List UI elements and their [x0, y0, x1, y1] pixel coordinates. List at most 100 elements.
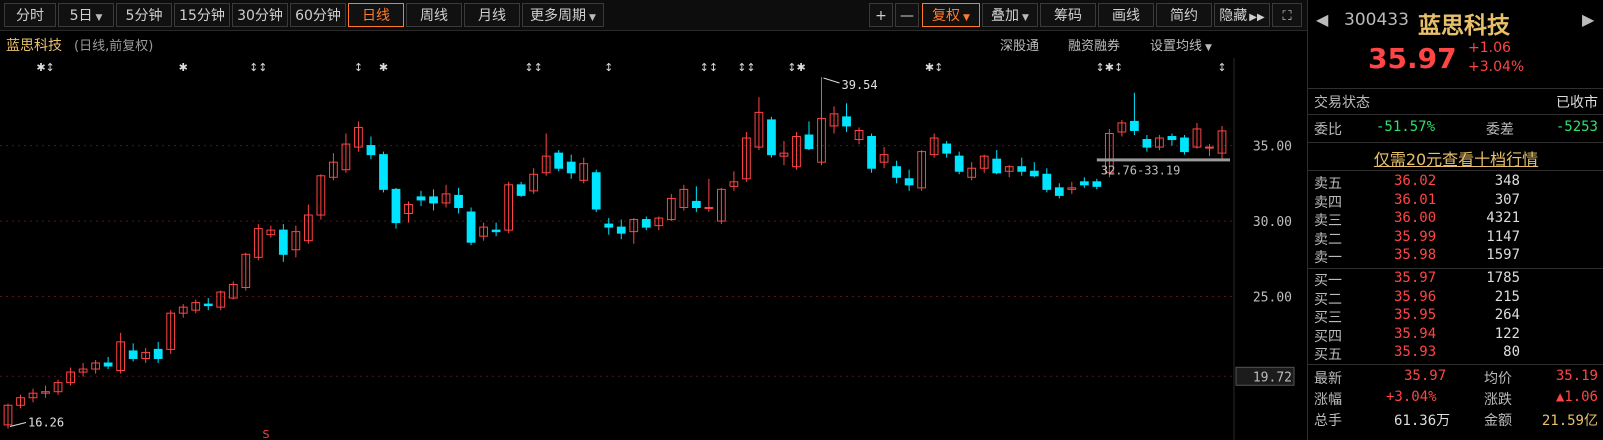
simple-label: 简约: [1170, 8, 1198, 24]
zoom-out-button[interactable]: —: [895, 3, 919, 27]
candle-body: [1092, 181, 1102, 187]
level-price: 35.99: [1394, 228, 1437, 245]
ask-level-row: 卖五 36.02 348: [1308, 173, 1603, 192]
level-price: 35.95: [1394, 307, 1437, 324]
min-price-label: 16.26: [28, 416, 64, 430]
tab-label: 更多周期: [530, 8, 587, 24]
divider: [1308, 170, 1603, 171]
chart-subtitle: (日线,前复权): [74, 39, 154, 54]
promo-row: 仅需20元查看十档行情: [1308, 146, 1603, 169]
avg-label: 均价: [1484, 371, 1512, 387]
candle-body: [1042, 173, 1052, 190]
candle-body: [278, 229, 288, 255]
level-price: 35.94: [1394, 325, 1437, 342]
volume-label: 总手: [1314, 413, 1342, 429]
event-mark: ✱: [179, 61, 188, 74]
level-volume: 1147: [1486, 228, 1520, 245]
tab-daily[interactable]: 日线: [348, 3, 404, 27]
ratio-label: 委比: [1314, 122, 1342, 138]
divider: [1308, 364, 1603, 365]
draw-label: 画线: [1112, 8, 1140, 24]
level-price: 35.97: [1394, 270, 1437, 286]
level-label: 卖四: [1314, 194, 1342, 211]
candle-body: [892, 166, 901, 178]
candle-body: [867, 136, 876, 169]
tab-monthly[interactable]: 月线: [464, 3, 520, 27]
tab-weekly[interactable]: 周线: [406, 3, 462, 27]
tab-5min[interactable]: 5分钟: [116, 3, 172, 27]
candle-body: [942, 143, 952, 154]
hide-button[interactable]: 隐藏 ▶▶: [1214, 3, 1270, 27]
tab-30min[interactable]: 30分钟: [232, 3, 288, 27]
level-label: 买三: [1314, 310, 1342, 327]
min-pointer: [9, 422, 27, 428]
next-stock-icon[interactable]: ▶: [1582, 10, 1594, 29]
level-volume: 348: [1494, 173, 1520, 189]
chg-pct-label: 涨幅: [1314, 392, 1342, 408]
caret-down-icon: ▼: [1022, 13, 1029, 23]
zoom-in-button[interactable]: +: [869, 3, 893, 27]
status-label: 交易状态: [1314, 95, 1370, 111]
tab-label: 周线: [420, 8, 448, 24]
candle-body: [1130, 120, 1139, 131]
tab-more-periods[interactable]: 更多周期 ▼: [522, 3, 604, 27]
link-margin-trading[interactable]: 融资融券: [1068, 35, 1120, 54]
chips-button[interactable]: 筹码: [1040, 3, 1096, 27]
stats-row-2: 涨幅 +3.04% 涨跌 ▲1.06: [1308, 389, 1603, 409]
candle-body: [767, 119, 776, 156]
amount-value: 21.59亿: [1541, 413, 1598, 429]
candle-body: [153, 348, 163, 359]
tab-label: 日线: [362, 8, 390, 24]
price-change-pct: +3.04%: [1468, 59, 1525, 75]
link-set-ma[interactable]: 设置均线 ▼: [1150, 35, 1212, 54]
tab-5day[interactable]: 5日 ▼: [58, 3, 114, 27]
simple-mode-button[interactable]: 简约: [1156, 3, 1212, 27]
event-mark: ✱↕: [925, 61, 943, 74]
restore-right-button[interactable]: 复权 ▼: [922, 3, 980, 27]
fullscreen-button[interactable]: ⛶: [1272, 3, 1302, 27]
level2-promo-link[interactable]: 仅需20元查看十档行情: [1374, 150, 1538, 169]
stock-name: 蓝思科技: [1418, 13, 1510, 39]
candle-body: [1142, 139, 1152, 148]
diff-label: 委差: [1486, 122, 1514, 138]
link-shgt[interactable]: 深股通: [1000, 35, 1039, 54]
candle-body: [616, 226, 626, 234]
price-range-label: 32.76-33.19: [1101, 163, 1180, 177]
zoom-out-icon: —: [900, 8, 914, 24]
candlestick-chart[interactable]: 35.0030.0025.0019.72✱↕ ✱ ↕↕ ↕ ✱ ↕↕ ↕ ↕↕ ↕↕ ↕✱ ✱↕ ↕✱…: [0, 58, 1307, 440]
candle-body: [366, 145, 376, 156]
event-mark: ✱↕: [36, 61, 54, 74]
caret-down-icon: ▼: [1205, 43, 1212, 53]
caret-down-icon: ▼: [95, 13, 103, 23]
y-tick-label: 25.00: [1253, 291, 1292, 306]
candle-body: [604, 223, 614, 228]
level-price: 35.98: [1394, 247, 1437, 264]
candle-body: [1205, 146, 1214, 149]
event-mark: ↕↕: [737, 61, 755, 74]
prev-stock-icon[interactable]: ◀: [1316, 10, 1328, 29]
level-volume: 1785: [1486, 270, 1520, 286]
candle-body: [842, 116, 851, 127]
amount-label: 金额: [1484, 413, 1512, 429]
event-mark: ↕: [604, 61, 613, 74]
event-mark: ↕: [1217, 61, 1226, 74]
candle-body: [466, 211, 476, 243]
volume-value: 61.36万: [1394, 413, 1451, 429]
chart-stock-name: 蓝思科技: [6, 38, 62, 54]
draw-line-button[interactable]: 画线: [1098, 3, 1154, 27]
quote-panel: ◀ 300433 蓝思科技 ▶ 35.97 +1.06 +3.04% 交易状态 …: [1307, 0, 1603, 440]
max-pointer: [823, 77, 840, 84]
latest-value: 35.97: [1404, 368, 1447, 384]
tab-60min[interactable]: 60分钟: [290, 3, 346, 27]
event-mark: ↕✱: [787, 61, 805, 74]
status-value: 已收市: [1556, 95, 1598, 111]
period-toolbar: 分时 5日 ▼ 5分钟 15分钟 30分钟 60分钟 日线 周线 月线 更多周期 ▼…: [0, 0, 1307, 31]
ask-level-row: 卖四 36.01 307: [1308, 192, 1603, 211]
stats-row-3: 总手 61.36万 金额 21.59亿: [1308, 410, 1603, 430]
candle-body: [1180, 137, 1189, 153]
tab-intraday[interactable]: 分时: [4, 3, 56, 27]
level-price: 36.00: [1394, 210, 1437, 227]
tab-15min[interactable]: 15分钟: [174, 3, 230, 27]
overlay-button[interactable]: 叠加 ▼: [982, 3, 1038, 27]
candle-body: [491, 229, 501, 233]
